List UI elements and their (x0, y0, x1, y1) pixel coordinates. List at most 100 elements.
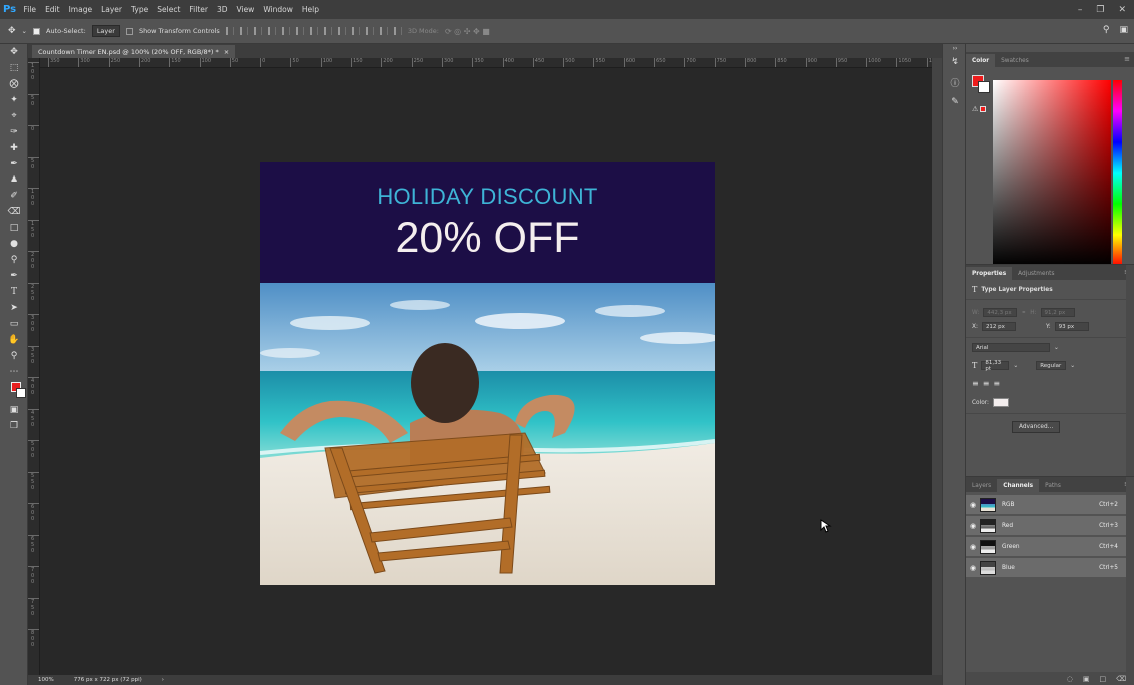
chevron-down-icon[interactable]: ⌄ (1070, 363, 1075, 369)
channel-row-rgb[interactable]: ◉ RGB Ctrl+2 (966, 495, 1126, 515)
channels-scrollbar[interactable] (1126, 477, 1134, 673)
channel-row-red[interactable]: ◉ Red Ctrl+3 (966, 516, 1126, 536)
horizontal-ruler[interactable]: 350 300 250 200 150 100 50 0 50 100 150 200 250 300 35… (40, 58, 932, 68)
canvas-scrollbar[interactable] (932, 58, 942, 675)
gamut-color-swatch[interactable] (980, 106, 987, 112)
quick-select-tool-icon[interactable]: ✦ (0, 92, 28, 108)
hand-tool-icon[interactable]: ✋ (0, 332, 28, 348)
chevron-down-icon[interactable]: ⌄ (1013, 363, 1018, 369)
dodge-tool-icon[interactable]: ⚲ (0, 252, 28, 268)
stamp-tool-icon[interactable]: ♟ (0, 172, 28, 188)
marquee-tool-icon[interactable]: ⬚ (0, 60, 28, 76)
save-selection-icon[interactable]: ▣ (1083, 675, 1090, 683)
document-tab[interactable]: Countdown Timer EN.psd @ 100% (20% OFF, … (32, 45, 236, 58)
artwork[interactable]: HOLIDAY DISCOUNT 20% OFF (260, 162, 715, 585)
eraser-tool-icon[interactable]: ⌫ (0, 204, 28, 220)
gradient-tool-icon[interactable]: □ (0, 220, 28, 236)
shape-tool-icon[interactable]: ▭ (0, 316, 28, 332)
quick-mask-icon[interactable]: ▣ (0, 402, 28, 418)
visibility-eye-icon[interactable]: ◉ (966, 522, 980, 530)
info-icon[interactable]: ⓘ (943, 72, 967, 92)
show-transform-checkbox[interactable] (125, 27, 133, 35)
tool-preset-chevron-icon[interactable]: ⌄ (22, 27, 27, 35)
move-tool-icon[interactable]: ✥ (8, 26, 16, 36)
history-icon[interactable]: ↯ (943, 52, 967, 72)
healing-tool-icon[interactable]: ✚ (0, 140, 28, 156)
lasso-tool-icon[interactable]: ⨂ (0, 76, 28, 92)
tab-adjustments[interactable]: Adjustments (1012, 267, 1060, 280)
minimize-icon[interactable]: – (1078, 5, 1083, 15)
restore-icon[interactable]: ❐ (1096, 5, 1104, 15)
align-top-icon[interactable] (225, 27, 234, 35)
tab-channels[interactable]: Channels (997, 479, 1040, 492)
auto-align-icon[interactable] (393, 27, 402, 35)
color-swatches[interactable] (0, 380, 28, 402)
align-left-text-icon[interactable]: ≡ (972, 379, 979, 388)
zoom-level[interactable]: 100% (38, 677, 54, 683)
distribute-right-icon[interactable] (379, 27, 388, 35)
channel-row-blue[interactable]: ◉ Blue Ctrl+5 (966, 558, 1126, 578)
hue-slider[interactable] (1113, 80, 1122, 266)
properties-panel-icon[interactable]: ✎ (943, 92, 967, 112)
menu-image[interactable]: Image (64, 5, 97, 14)
distribute-bottom-icon[interactable] (337, 27, 346, 35)
screen-mode-icon[interactable]: ❐ (0, 418, 28, 434)
move-tool-icon[interactable]: ✥ (0, 44, 28, 60)
visibility-eye-icon[interactable]: ◉ (966, 564, 980, 572)
align-left-icon[interactable] (267, 27, 276, 35)
menu-filter[interactable]: Filter (185, 5, 213, 14)
status-menu-arrow[interactable]: › (162, 677, 164, 683)
align-center-text-icon[interactable]: ≡ (983, 379, 990, 388)
brush-tool-icon[interactable]: ✒ (0, 156, 28, 172)
gamut-warning[interactable]: ⚠ (972, 105, 987, 113)
close-icon[interactable]: ✕ (1118, 5, 1126, 15)
y-field[interactable]: 93 px (1054, 322, 1089, 331)
text-color-swatch[interactable] (993, 398, 1009, 407)
crop-tool-icon[interactable]: ⌖ (0, 108, 28, 124)
path-select-tool-icon[interactable]: ➤ (0, 300, 28, 316)
height-field[interactable]: 91,2 px (1040, 308, 1075, 317)
color-field[interactable] (993, 80, 1111, 266)
menu-window[interactable]: Window (259, 5, 298, 14)
tab-properties[interactable]: Properties (966, 267, 1013, 280)
distribute-top-icon[interactable] (309, 27, 318, 35)
menu-view[interactable]: View (232, 5, 259, 14)
vertical-ruler[interactable]: 1 0 05 005 01 0 01 5 02 0 02 5 03 0 03 5… (28, 58, 40, 678)
align-bottom-icon[interactable] (253, 27, 262, 35)
eyedropper-tool-icon[interactable]: ✑ (0, 124, 28, 140)
panel-menu-icon[interactable]: ≡ (1124, 55, 1130, 63)
menu-edit[interactable]: Edit (41, 5, 65, 14)
visibility-eye-icon[interactable]: ◉ (966, 501, 980, 509)
menu-file[interactable]: File (19, 5, 41, 14)
type-tool-icon[interactable]: T (0, 284, 28, 300)
font-size-field[interactable]: 81,33 pt (981, 360, 1010, 372)
pen-tool-icon[interactable]: ✒ (0, 268, 28, 284)
history-brush-tool-icon[interactable]: ✐ (0, 188, 28, 204)
tab-layers[interactable]: Layers (966, 479, 997, 492)
new-channel-icon[interactable]: □ (1099, 675, 1106, 683)
tab-swatches[interactable]: Swatches (995, 54, 1035, 67)
search-icon[interactable]: ⚲ (1103, 25, 1110, 35)
close-tab-icon[interactable]: × (224, 48, 229, 56)
channel-row-green[interactable]: ◉ Green Ctrl+4 (966, 537, 1126, 557)
more-tools-icon[interactable]: ⋯ (0, 364, 28, 380)
workspace-icon[interactable]: ▣ (1119, 25, 1128, 35)
trash-icon[interactable]: ⌫ (1116, 675, 1126, 683)
menu-3d[interactable]: 3D (212, 5, 232, 14)
menu-layer[interactable]: Layer (97, 5, 127, 14)
3d-rotate-icon[interactable]: ⟳ ◎ ✣ ✥ ■ (445, 27, 490, 36)
align-vcenter-icon[interactable] (239, 27, 248, 35)
distribute-hcenter-icon[interactable] (365, 27, 374, 35)
background-color-swatch[interactable] (978, 81, 990, 93)
tab-paths[interactable]: Paths (1039, 479, 1067, 492)
background-color-swatch[interactable] (16, 388, 26, 398)
blur-tool-icon[interactable]: ● (0, 236, 28, 252)
visibility-eye-icon[interactable]: ◉ (966, 543, 980, 551)
auto-select-checkbox[interactable] (33, 27, 40, 35)
properties-scrollbar[interactable] (1126, 265, 1134, 476)
advanced-button[interactable]: Advanced... (1012, 421, 1061, 433)
link-icon[interactable]: ⚭ (1021, 310, 1026, 316)
canvas-area[interactable]: HOLIDAY DISCOUNT 20% OFF (40, 68, 932, 675)
distribute-vcenter-icon[interactable] (323, 27, 332, 35)
tab-color[interactable]: Color (966, 54, 996, 67)
